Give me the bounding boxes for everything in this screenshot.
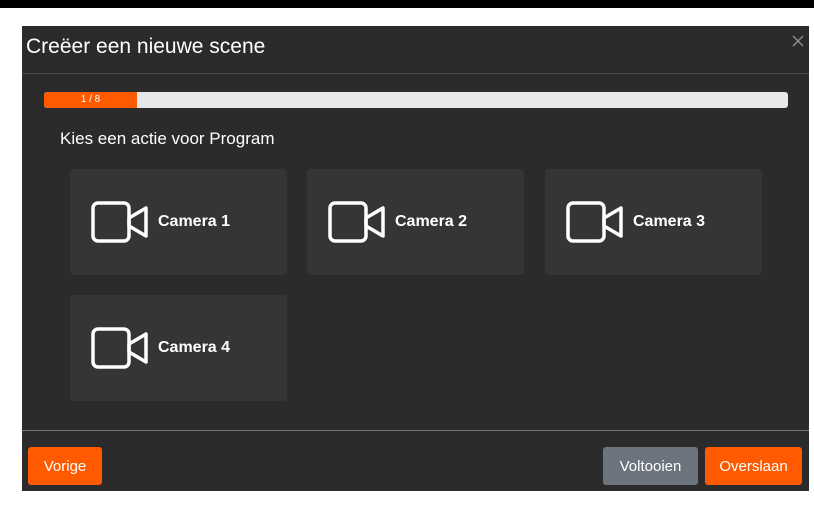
dialog-title: Creëer een nieuwe scene: [26, 35, 266, 58]
video-camera-icon: [91, 327, 148, 369]
tile-label: Camera 3: [633, 213, 706, 230]
camera-2-tile[interactable]: Camera 2: [307, 169, 524, 275]
previous-button[interactable]: Vorige: [28, 447, 102, 485]
video-camera-icon: [566, 201, 623, 243]
close-icon[interactable]: [791, 34, 805, 48]
create-scene-dialog: Creëer een nieuwe scene 1 / 8 Kies een a…: [22, 26, 809, 491]
finish-button[interactable]: Voltooien: [603, 447, 698, 485]
progress-fill: 1 / 8: [44, 92, 137, 108]
tile-label: Camera 1: [158, 213, 231, 230]
top-border-strip: [0, 0, 814, 8]
video-camera-icon: [91, 201, 148, 243]
skip-button[interactable]: Overslaan: [705, 447, 802, 485]
dialog-header: Creëer een nieuwe scene: [22, 26, 809, 74]
action-prompt: Kies een actie voor Program: [60, 129, 275, 148]
camera-1-tile[interactable]: Camera 1: [70, 169, 287, 275]
camera-3-tile[interactable]: Camera 3: [545, 169, 762, 275]
camera-4-tile[interactable]: Camera 4: [70, 295, 287, 401]
tile-label: Camera 4: [158, 339, 231, 356]
dialog-footer: Vorige Voltooien Overslaan: [22, 430, 809, 491]
video-camera-icon: [328, 201, 385, 243]
progress-bar: 1 / 8: [44, 92, 788, 108]
tile-label: Camera 2: [395, 213, 468, 230]
